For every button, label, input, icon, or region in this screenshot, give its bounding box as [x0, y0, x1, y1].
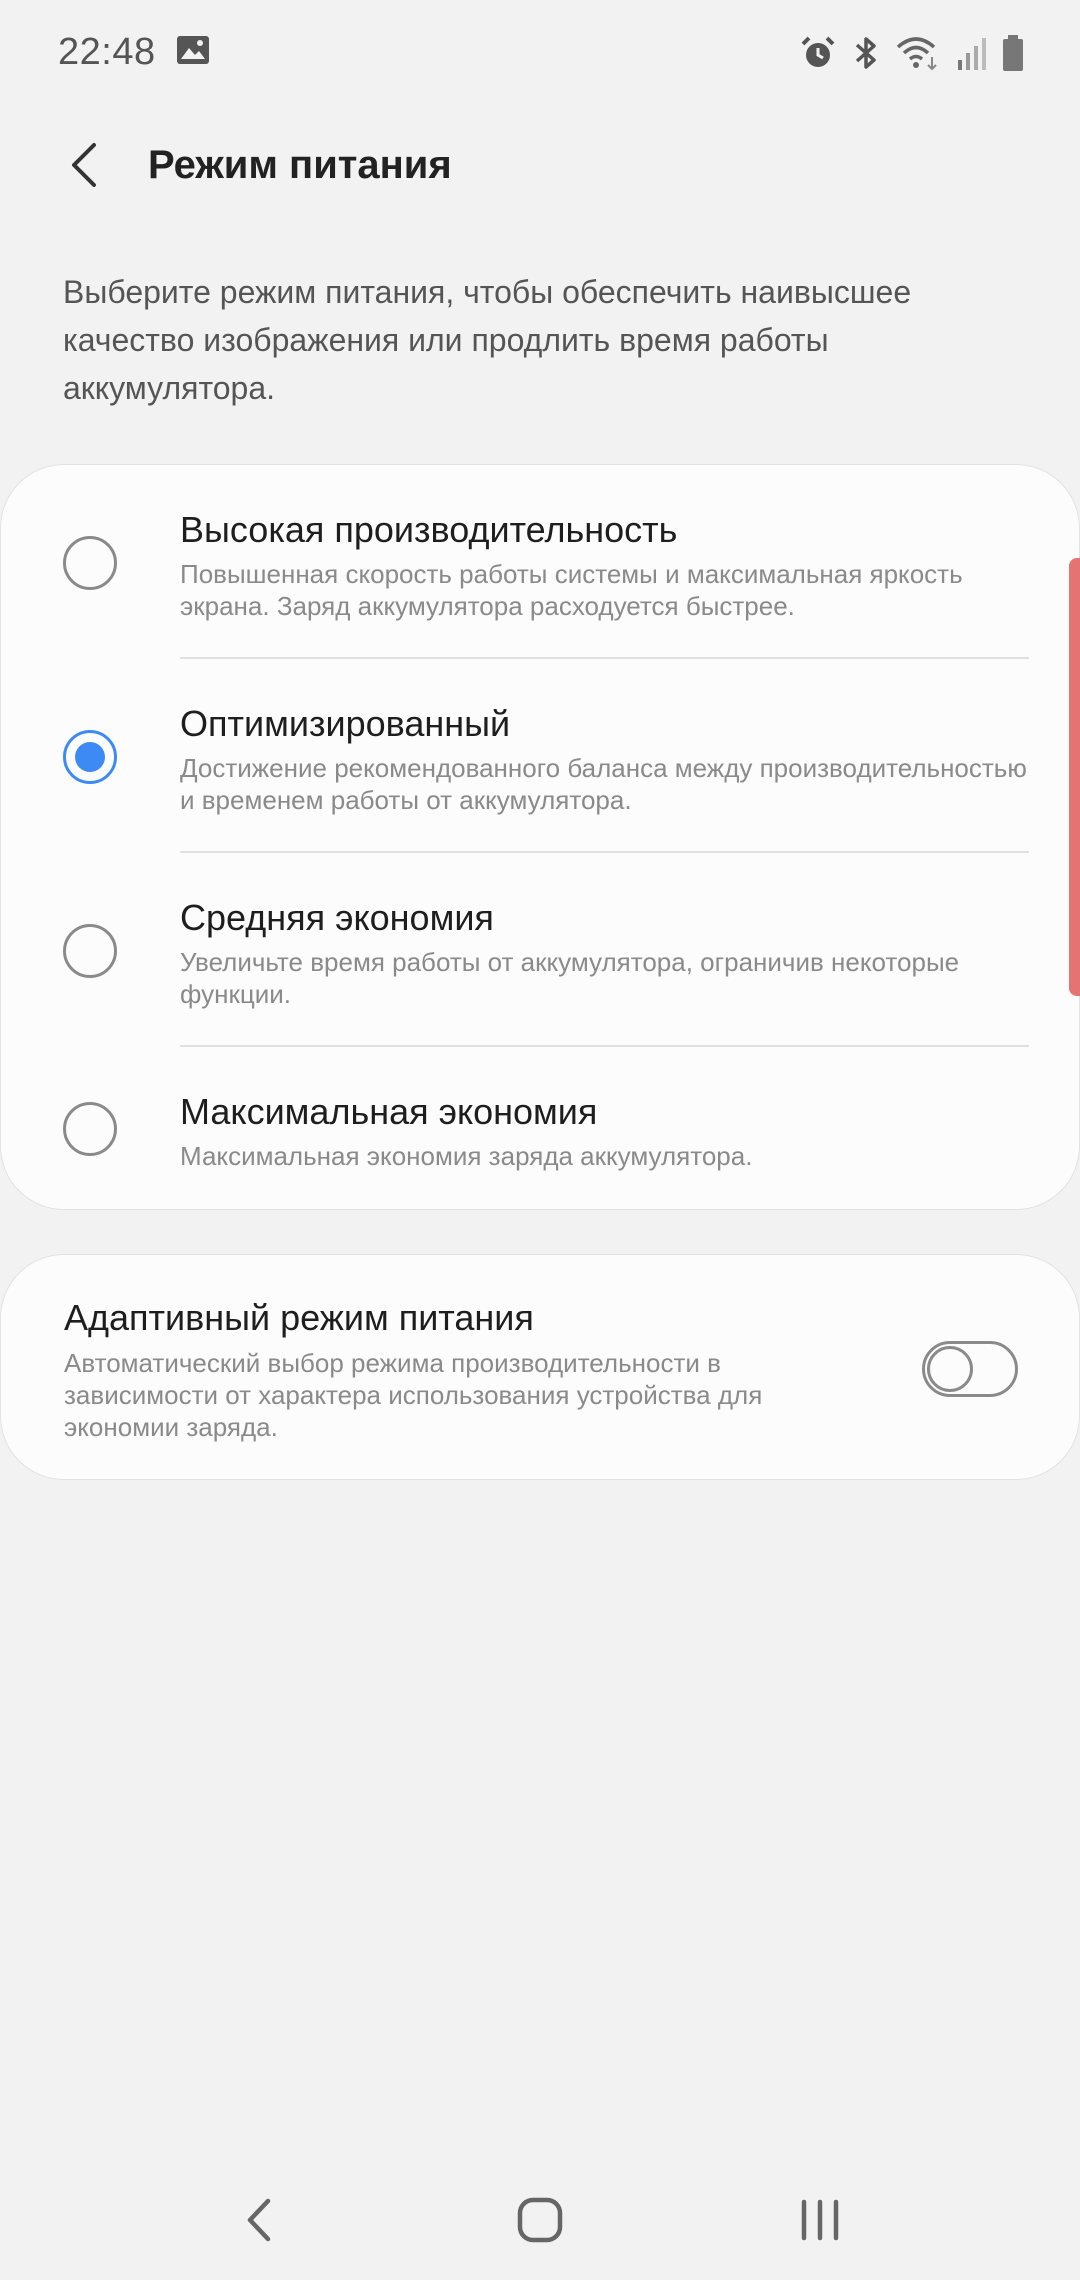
mode-description: Увеличьте время работы от аккумулятора, …: [180, 947, 960, 1009]
back-icon: [247, 2198, 271, 2242]
mode-option-maximum-saving[interactable]: Максимальная экономия Максимальная эконо…: [1, 1049, 1080, 1209]
mode-title: Оптимизированный: [180, 703, 511, 744]
battery-icon: [1002, 34, 1024, 71]
adaptive-power-mode-card[interactable]: Адаптивный режим питания Автоматический …: [0, 1254, 1080, 1480]
wifi-icon: [896, 35, 940, 71]
navigation-bar: [0, 2160, 1080, 2280]
radio-button[interactable]: [63, 924, 117, 978]
mode-title: Средняя экономия: [180, 897, 494, 938]
mode-title: Высокая производительность: [180, 509, 678, 550]
mode-option-medium-saving[interactable]: Средняя экономия Увеличьте время работы …: [1, 855, 1080, 1049]
mode-option-optimized[interactable]: Оптимизированный Достижение рекомендован…: [1, 661, 1080, 855]
image-icon: [176, 35, 210, 70]
divider: [180, 657, 1029, 659]
home-icon: [517, 2197, 563, 2243]
status-bar: 22:48: [0, 0, 1080, 105]
adaptive-title: Адаптивный режим питания: [64, 1297, 534, 1338]
radio-button[interactable]: [63, 536, 117, 590]
alarm-icon: [800, 35, 836, 71]
mode-option-high-performance[interactable]: Высокая производительность Повышенная ск…: [1, 465, 1080, 661]
nav-back-button[interactable]: [210, 2170, 310, 2270]
arrow-left-icon: [72, 143, 96, 187]
divider: [180, 1045, 1029, 1047]
mode-description: Максимальная экономия заряда аккумулятор…: [180, 1141, 753, 1171]
mode-description: Достижение рекомендованного баланса межд…: [180, 753, 1027, 815]
mode-title: Максимальная экономия: [180, 1091, 598, 1132]
power-mode-screen: 22:48 Режим питания Выберите режим питан…: [0, 0, 1080, 2280]
app-bar: Режим питания: [0, 105, 1080, 225]
adaptive-toggle-switch[interactable]: [922, 1341, 1018, 1397]
nav-home-button[interactable]: [490, 2170, 590, 2270]
scroll-indicator[interactable]: [1069, 558, 1080, 996]
status-time: 22:48: [58, 31, 156, 73]
page-title: Режим питания: [148, 142, 452, 187]
radio-button[interactable]: [63, 1102, 117, 1156]
power-modes-card: Высокая производительность Повышенная ск…: [0, 464, 1080, 1210]
radio-button-checked[interactable]: [63, 730, 117, 784]
signal-icon: [956, 36, 986, 70]
toggle-knob: [927, 1346, 973, 1392]
recents-icon: [801, 2199, 839, 2241]
back-button[interactable]: [44, 125, 124, 205]
page-description: Выберите режим питания, чтобы обеспечить…: [63, 274, 912, 406]
mode-description: Повышенная скорость работы системы и мак…: [180, 559, 963, 621]
adaptive-description: Автоматический выбор режима производител…: [64, 1348, 763, 1442]
divider: [180, 851, 1029, 853]
bluetooth-icon: [852, 35, 880, 71]
nav-recents-button[interactable]: [770, 2170, 870, 2270]
